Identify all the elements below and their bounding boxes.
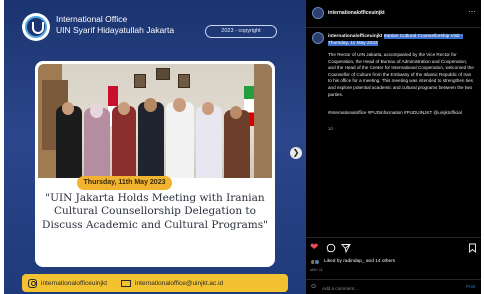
post-headline: "UIN Jakarta Holds Meeting with Iranian … [42, 192, 268, 231]
instagram-post-window: International Office UIN Syarif Hidayatu… [4, 0, 481, 294]
actions-divider [306, 237, 481, 238]
post-info-panel: internationalofficeuinjkt ⋯ internationa… [306, 0, 481, 294]
liked-by-avatars [310, 259, 322, 265]
caption-time: 1d [328, 126, 333, 131]
caption-username[interactable]: internationalofficeuinjkt [328, 34, 382, 39]
caption-avatar[interactable] [312, 32, 324, 44]
emoji-icon[interactable]: ☺ [310, 283, 317, 290]
bookmark-icon[interactable] [468, 243, 477, 256]
likes-count[interactable]: Liked by radindap_ and 14 others [324, 259, 395, 264]
chevron-right-icon[interactable]: ❯ [290, 147, 302, 159]
office-name: International Office UIN Syarif Hidayatu… [56, 14, 174, 37]
post-comment-button[interactable]: Post [466, 284, 475, 289]
uin-logo [22, 13, 50, 41]
copyright-badge: 2023 - copyright [205, 25, 277, 38]
office-name-line1: International Office [56, 14, 128, 24]
office-name-line2: UIN Syarif Hidayatullah Jakarta [56, 25, 175, 36]
post-author-username[interactable]: internationalofficeuinjkt [328, 10, 385, 16]
comment-input[interactable] [322, 284, 442, 292]
action-bar: ❤ [310, 243, 478, 255]
contact-bar: internationalofficeuinjkt internationalo… [22, 274, 288, 292]
caption-body: The Rector of UIN Jakarta, accompanied b… [328, 52, 474, 97]
post-image[interactable]: International Office UIN Syarif Hidayatu… [4, 0, 306, 294]
comment-divider [306, 279, 481, 280]
share-icon[interactable] [341, 243, 351, 256]
caption-hashtags[interactable]: #internationaloffice #PUDinformation #PU… [328, 110, 474, 117]
profile-avatar[interactable] [312, 7, 324, 19]
mail-icon [121, 279, 132, 287]
comment-icon[interactable] [326, 243, 336, 256]
photo-card [35, 61, 275, 267]
contact-email: internationaloffice@uinjkt.ac.id [135, 279, 224, 287]
post-date: MAY 11 [310, 268, 323, 272]
header-divider [306, 27, 481, 28]
more-options-icon[interactable]: ⋯ [468, 7, 476, 16]
heart-icon[interactable]: ❤ [310, 243, 318, 253]
instagram-handle: internationalofficeuinjkt [41, 279, 108, 287]
date-badge: Thursday, 11th May 2023 [77, 176, 172, 190]
group-photo [38, 64, 272, 178]
caption-title: internationalofficeuinjkt Iranian Cultur… [328, 33, 473, 47]
instagram-icon [28, 278, 37, 288]
